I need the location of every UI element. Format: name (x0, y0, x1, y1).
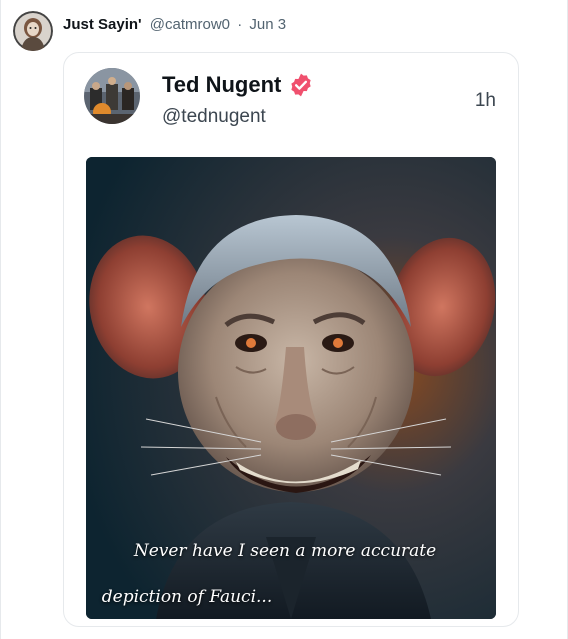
post-date[interactable]: Jun 3 (249, 16, 286, 33)
quoted-post-card[interactable]: Ted Nugent @tednugent 1h Never have I se… (63, 52, 519, 627)
user-avatar-icon (13, 11, 53, 51)
image-caption-line-2: depiction of Fauci... (101, 587, 273, 607)
post-container: Just Sayin' @catmrow0 · Jun 3 Ted Nugent (0, 0, 568, 639)
quoted-avatar[interactable] (84, 68, 140, 124)
quoted-display-name[interactable]: Ted Nugent (162, 71, 281, 99)
post-image[interactable]: Never have I seen a more accurate depict… (86, 157, 496, 619)
separator-dot: · (237, 16, 243, 33)
quoted-user-handle[interactable]: @tednugent (162, 105, 266, 129)
image-caption-line-1: Never have I seen a more accurate (133, 541, 437, 561)
user-handle[interactable]: @catmrow0 (150, 16, 230, 33)
quoted-user-avatar-icon (84, 68, 140, 124)
verified-badge-icon (291, 73, 312, 97)
avatar[interactable] (13, 11, 53, 51)
display-name[interactable]: Just Sayin' (63, 16, 142, 33)
quoted-post-time[interactable]: 1h (475, 90, 496, 112)
outer-post-meta: Just Sayin' @catmrow0 · Jun 3 (63, 16, 286, 34)
quoted-name-row: Ted Nugent (162, 71, 314, 99)
